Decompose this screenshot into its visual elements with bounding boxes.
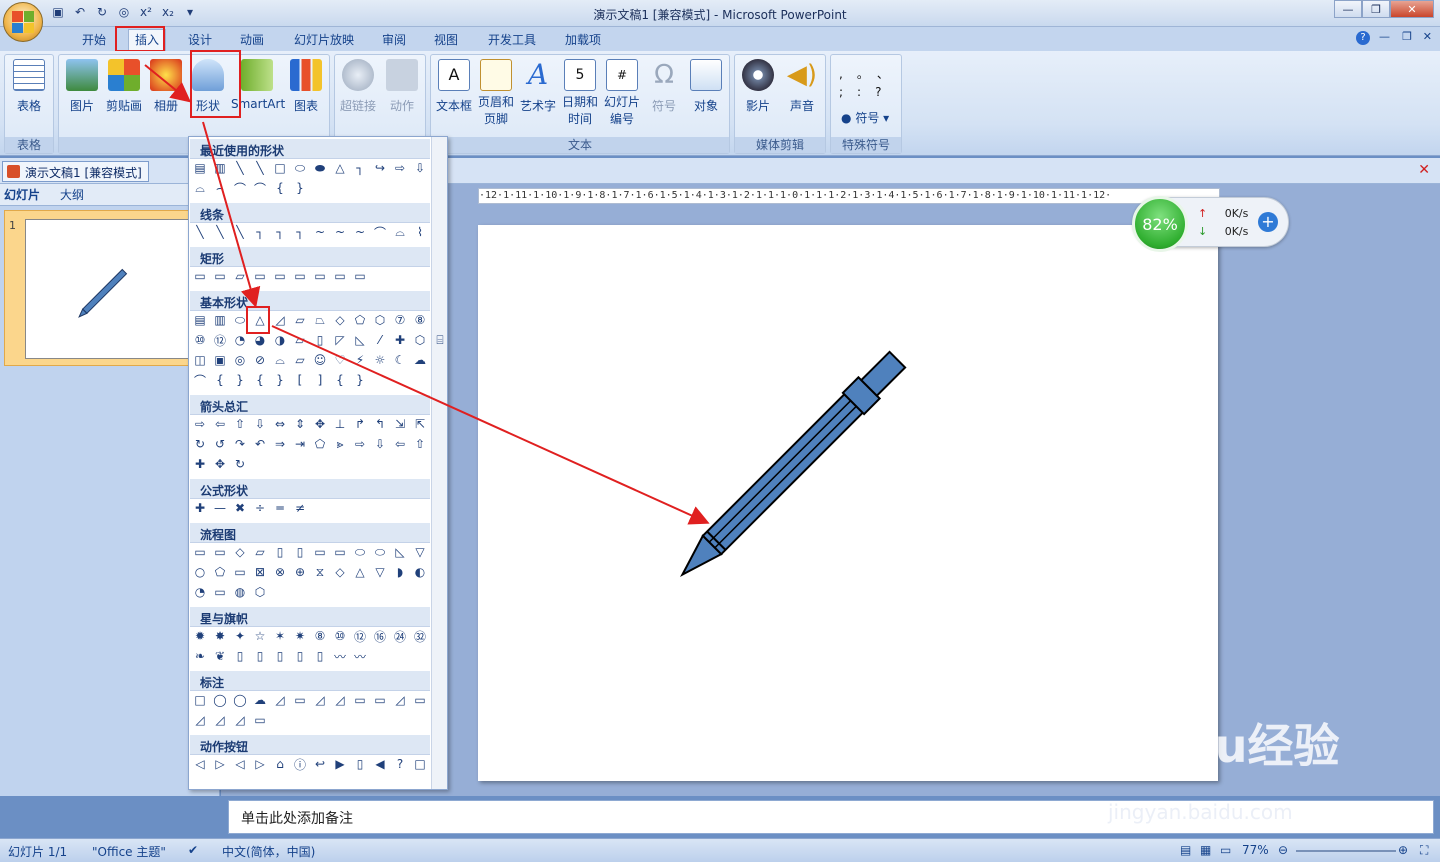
baidu-watermark-url: jingyan.baidu.com	[1108, 800, 1293, 824]
zoom-slider[interactable]	[1296, 850, 1396, 852]
zoom-out-icon[interactable]: ⊖	[1278, 843, 1288, 857]
baidu-watermark: Baidu经验	[1100, 719, 1340, 773]
status-bar: 幻灯片 1/1 "Office 主题" ✔ 中文(简体，中国) ▤ ▦ ▭ 77…	[0, 838, 1440, 862]
zoom-in-icon[interactable]: ⊕	[1398, 843, 1408, 857]
normal-view-icon[interactable]: ▤	[1180, 843, 1191, 857]
office-logo-icon	[12, 11, 34, 33]
status-theme: "Office 主题"	[92, 845, 166, 859]
status-language: 中文(简体，中国)	[222, 845, 316, 859]
sorter-view-icon[interactable]: ▦	[1200, 843, 1211, 857]
office-button[interactable]	[3, 2, 43, 42]
slideshow-view-icon[interactable]: ▭	[1220, 843, 1231, 857]
fit-window-icon[interactable]: ⛶	[1420, 843, 1428, 858]
spellcheck-icon[interactable]: ✔	[188, 843, 198, 857]
status-slide-count: 幻灯片 1/1	[8, 845, 68, 859]
zoom-level[interactable]: 77%	[1242, 843, 1269, 857]
